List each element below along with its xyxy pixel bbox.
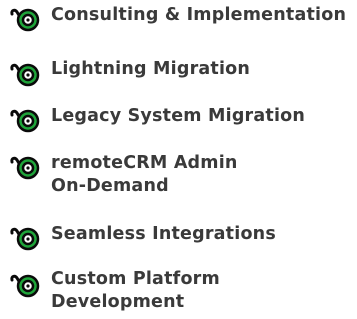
service-label-line: Consulting & Implementation: [51, 5, 347, 25]
service-label-line: On-Demand: [51, 176, 169, 196]
service-label: Legacy System Migration: [51, 105, 351, 128]
service-label: remoteCRM Admin On-Demand: [51, 152, 351, 198]
target-check-icon: [10, 156, 40, 180]
service-label-line: Custom Platform: [51, 269, 220, 289]
service-label: Custom Platform Development: [51, 268, 351, 314]
target-check-icon: [10, 109, 40, 133]
service-list: Consulting & Implementation Lightning Mi…: [0, 0, 357, 319]
service-label: Lightning Migration: [51, 58, 351, 81]
target-check-icon: [10, 274, 40, 298]
service-label-line: Seamless Integrations: [51, 224, 276, 244]
service-label: Consulting & Implementation: [51, 4, 351, 27]
target-check-icon: [10, 63, 40, 87]
service-label: Seamless Integrations: [51, 223, 351, 246]
service-label-line: remoteCRM Admin: [51, 153, 238, 173]
target-check-icon: [10, 227, 40, 251]
service-label-line: Development: [51, 292, 185, 312]
service-label-line: Lightning Migration: [51, 59, 251, 79]
target-check-icon: [10, 8, 40, 32]
service-label-line: Legacy System Migration: [51, 106, 306, 126]
